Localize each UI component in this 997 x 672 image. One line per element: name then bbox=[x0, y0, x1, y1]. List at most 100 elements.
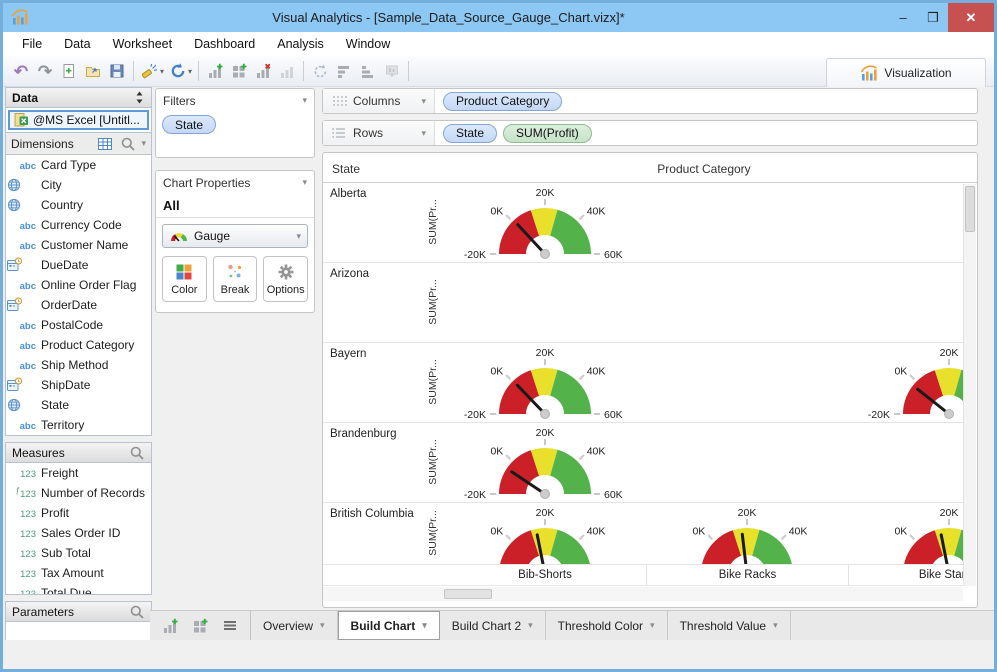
gauge-british-columbia-bike-stands[interactable]: -20K0K20K40K60K bbox=[854, 504, 963, 564]
data-source-item[interactable]: @MS Excel [Untitl... bbox=[8, 110, 149, 130]
pill-product-category[interactable]: Product Category bbox=[443, 91, 563, 111]
tab-threshold-color[interactable]: Threshold Color ▾ bbox=[546, 611, 668, 640]
sort-bars-button[interactable] bbox=[332, 59, 356, 83]
add-dashboard-button[interactable] bbox=[188, 614, 212, 638]
rows-shelf-header[interactable]: Rows ▾ bbox=[323, 121, 435, 145]
data-panel: Data @MS Excel [Untitl... Dimensions ▾ a… bbox=[5, 87, 152, 648]
tab-label: Threshold Color bbox=[557, 618, 644, 633]
color-button[interactable]: Color bbox=[162, 256, 207, 302]
visualization-button[interactable]: Visualization bbox=[826, 58, 986, 87]
geo-type-icon bbox=[6, 397, 36, 413]
horizontal-scrollbar-thumb[interactable] bbox=[444, 589, 492, 599]
redo-button[interactable]: ↷ bbox=[33, 59, 57, 83]
options-button[interactable]: Options bbox=[263, 256, 309, 302]
vertical-scrollbar-thumb[interactable] bbox=[965, 186, 975, 232]
chevron-down-icon[interactable]: ▾ bbox=[141, 138, 146, 149]
dimension-item-duedate[interactable]: DueDate bbox=[6, 255, 151, 275]
maximize-button[interactable]: ❐ bbox=[918, 3, 948, 32]
break-button[interactable]: Break bbox=[212, 256, 258, 302]
tab-build-chart[interactable]: Build Chart ▾ bbox=[337, 611, 440, 640]
tab-overview[interactable]: Overview ▾ bbox=[251, 611, 338, 640]
svg-text:0K: 0K bbox=[692, 525, 705, 537]
dimension-item-product-category[interactable]: abc Product Category bbox=[6, 335, 151, 355]
text-type-icon: abc bbox=[19, 361, 36, 372]
chart-type-select[interactable]: Gauge ▾ bbox=[162, 224, 308, 248]
measure-item-profit[interactable]: 123 Profit bbox=[6, 503, 151, 523]
measure-item-tax-amount[interactable]: 123 Tax Amount bbox=[6, 563, 151, 583]
close-button[interactable]: ✕ bbox=[948, 3, 994, 32]
stack-bars-button[interactable] bbox=[356, 59, 380, 83]
filters-title: Filters bbox=[163, 93, 196, 108]
dimension-item-card-type[interactable]: abc Card Type bbox=[6, 155, 151, 175]
gauge-alberta-bib-shorts[interactable]: -20K 0K 20K 40K 60K bbox=[450, 184, 640, 262]
field-label: OrderDate bbox=[41, 298, 98, 312]
list-button[interactable] bbox=[218, 614, 242, 638]
open-file-button[interactable] bbox=[81, 59, 105, 83]
measure-item-number-of-records[interactable]: ƒ123 Number of Records bbox=[6, 483, 151, 503]
field-label: ShipDate bbox=[41, 378, 91, 392]
pill-sum-profit-[interactable]: SUM(Profit) bbox=[503, 123, 592, 143]
chevron-down-icon[interactable]: ▾ bbox=[422, 620, 427, 631]
undo-button[interactable]: ↶ bbox=[9, 59, 33, 83]
chevron-down-icon[interactable]: ▾ bbox=[773, 620, 778, 631]
chevron-down-icon[interactable]: ▾ bbox=[160, 67, 164, 76]
dimension-item-online-order-flag[interactable]: abc Online Order Flag bbox=[6, 275, 151, 295]
dimension-item-currency-code[interactable]: abc Currency Code bbox=[6, 215, 151, 235]
minimize-button[interactable]: – bbox=[888, 3, 918, 32]
chevron-down-icon[interactable]: ▾ bbox=[320, 620, 325, 631]
gauge-bayern-bib-shorts[interactable]: -20K 0K 20K 40K 60K bbox=[450, 344, 640, 422]
tab-threshold-value[interactable]: Threshold Value ▾ bbox=[668, 611, 791, 640]
connect-wand-button[interactable] bbox=[138, 59, 162, 83]
pill-state[interactable]: State bbox=[162, 115, 217, 134]
menu-worksheet[interactable]: Worksheet bbox=[102, 37, 184, 51]
dimension-item-country[interactable]: Country bbox=[6, 195, 151, 215]
menu-data[interactable]: Data bbox=[53, 37, 101, 51]
dimension-item-ship-method[interactable]: abc Ship Method bbox=[6, 355, 151, 375]
tab-build-chart-2[interactable]: Build Chart 2 ▾ bbox=[440, 611, 546, 640]
search-icon[interactable] bbox=[129, 604, 145, 620]
gauge-british-columbia-bike-racks[interactable]: -20K0K20K40K60K bbox=[652, 504, 842, 564]
gauge-british-columbia-bib-shorts[interactable]: -20K0K20K40K60K bbox=[450, 504, 640, 564]
search-icon[interactable] bbox=[129, 445, 145, 461]
menu-window[interactable]: Window bbox=[335, 37, 401, 51]
menu-file[interactable]: File bbox=[11, 37, 53, 51]
add-worksheet-button[interactable] bbox=[203, 59, 227, 83]
refresh-button[interactable] bbox=[166, 59, 190, 83]
dimension-item-territory[interactable]: abc Territory bbox=[6, 415, 151, 435]
chevron-down-icon[interactable]: ▾ bbox=[302, 95, 307, 106]
rotate-layout-button[interactable] bbox=[308, 59, 332, 83]
table-view-icon[interactable] bbox=[97, 136, 113, 152]
search-icon[interactable] bbox=[120, 136, 136, 152]
measure-item-sub-total[interactable]: 123 Sub Total bbox=[6, 543, 151, 563]
columns-shelf-header[interactable]: Columns ▾ bbox=[323, 89, 435, 113]
pill-state[interactable]: State bbox=[443, 123, 498, 143]
menu-dashboard[interactable]: Dashboard bbox=[183, 37, 266, 51]
delete-worksheet-button[interactable] bbox=[251, 59, 275, 83]
menu-analysis[interactable]: Analysis bbox=[266, 37, 335, 51]
measure-item-total-due[interactable]: 123 Total Due bbox=[6, 583, 151, 594]
measure-item-sales-order-id[interactable]: 123 Sales Order ID bbox=[6, 523, 151, 543]
dimension-item-orderdate[interactable]: OrderDate bbox=[6, 295, 151, 315]
svg-text:0K: 0K bbox=[490, 365, 503, 377]
dimension-item-customer-name[interactable]: abc Customer Name bbox=[6, 235, 151, 255]
sort-updown-icon[interactable] bbox=[134, 90, 145, 105]
dimension-item-city[interactable]: City bbox=[6, 175, 151, 195]
chevron-down-icon[interactable]: ▾ bbox=[528, 620, 533, 631]
add-worksheet-button[interactable] bbox=[158, 614, 182, 638]
gauge-bayern-bike-stands[interactable]: -20K0K20K40K60K bbox=[854, 344, 963, 422]
chevron-down-icon[interactable]: ▾ bbox=[650, 620, 655, 631]
chevron-down-icon[interactable]: ▾ bbox=[302, 177, 307, 188]
svg-text:20K: 20K bbox=[536, 187, 555, 199]
dimension-item-state[interactable]: State bbox=[6, 395, 151, 415]
add-dashboard-button[interactable] bbox=[227, 59, 251, 83]
chart-header-band: State Product Category bbox=[323, 153, 977, 183]
save-button[interactable] bbox=[105, 59, 129, 83]
field-label: DueDate bbox=[41, 258, 89, 272]
dimension-item-shipdate[interactable]: ShipDate bbox=[6, 375, 151, 395]
new-file-button[interactable] bbox=[57, 59, 81, 83]
dimension-item-postalcode[interactable]: abc PostalCode bbox=[6, 315, 151, 335]
chevron-down-icon[interactable]: ▾ bbox=[188, 67, 192, 76]
field-label: Territory bbox=[41, 418, 85, 432]
gauge-brandenburg-bib-shorts[interactable]: -20K 0K 20K 40K 60K bbox=[450, 424, 640, 502]
measure-item-freight[interactable]: 123 Freight bbox=[6, 463, 151, 483]
